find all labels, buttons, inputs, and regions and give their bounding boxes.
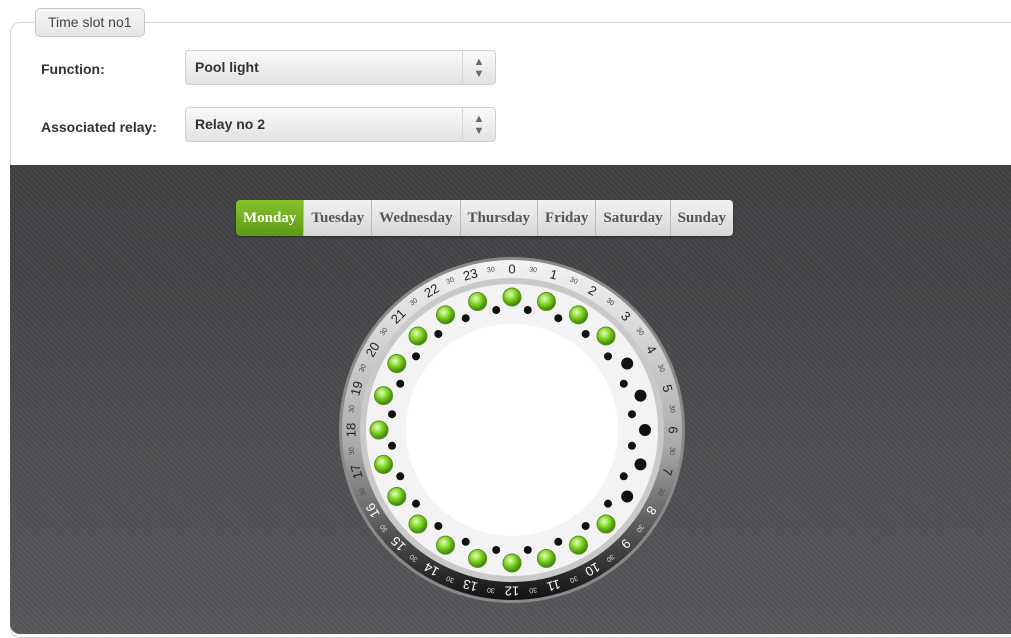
- function-select[interactable]: Pool light ▲ ▼: [185, 50, 496, 85]
- hour-17-led-on[interactable]: [374, 454, 394, 474]
- hour-22-led-on[interactable]: [436, 305, 455, 325]
- half-hour-label: 30: [668, 405, 676, 414]
- day-tabs: Monday Tuesday Wednesday Thursday Friday Satu…: [236, 200, 733, 236]
- hour-10-led-on[interactable]: [569, 535, 588, 555]
- function-value: Pool light: [195, 59, 259, 75]
- half-hour-18-dot[interactable]: [388, 410, 397, 419]
- half-hour-1-dot[interactable]: [554, 314, 563, 323]
- half-hour-22-dot[interactable]: [461, 314, 470, 323]
- half-hour-label: 30: [529, 586, 538, 594]
- hour-13-led-on[interactable]: [468, 548, 488, 568]
- hour-5-led-off[interactable]: [634, 389, 647, 402]
- hour-16-led-on[interactable]: [387, 487, 407, 506]
- 24h-schedule-dial: 0 30 1 302303304305306307308309301030113012…: [339, 257, 685, 603]
- updown-arrows-icon: ▲ ▼: [462, 108, 495, 141]
- half-hour-11-dot[interactable]: [523, 545, 532, 554]
- hour-21-led-on[interactable]: [408, 326, 428, 346]
- half-hour-4-dot[interactable]: [619, 379, 628, 388]
- half-hour-14-dot[interactable]: [434, 521, 443, 530]
- half-hour-label: 30: [348, 447, 356, 456]
- half-hour-12-dot[interactable]: [492, 545, 501, 554]
- half-hour-10-dot[interactable]: [554, 537, 563, 546]
- hour-label: 6: [666, 426, 681, 433]
- function-label: Function:: [41, 61, 105, 77]
- hour-label: 12: [505, 584, 519, 599]
- hour-11-led-on[interactable]: [536, 548, 556, 568]
- half-hour-label: 30: [529, 266, 538, 274]
- hour-18-led-on[interactable]: [369, 420, 389, 440]
- tab-wednesday[interactable]: Wednesday: [371, 200, 460, 236]
- hour-12-led-on[interactable]: [502, 553, 522, 573]
- time-slot-title: Time slot no1: [35, 8, 145, 37]
- hour-7-led-off[interactable]: [634, 458, 647, 471]
- hour-15-led-on[interactable]: [408, 514, 428, 534]
- hour-14-led-on[interactable]: [436, 535, 455, 555]
- half-hour-label: 30: [487, 586, 496, 594]
- updown-arrows-icon: ▲ ▼: [462, 51, 495, 84]
- hour-label: 18: [344, 423, 359, 437]
- half-hour-7-dot[interactable]: [619, 472, 628, 481]
- hour-8-led-off[interactable]: [621, 490, 634, 503]
- half-hour-8-dot[interactable]: [603, 499, 612, 508]
- half-hour-20-dot[interactable]: [412, 352, 421, 361]
- hour-20-led-on[interactable]: [387, 354, 407, 373]
- tab-saturday[interactable]: Saturday: [595, 200, 670, 236]
- hour-9-led-on[interactable]: [596, 514, 616, 534]
- hour-19-led-on[interactable]: [374, 386, 394, 406]
- half-hour-label: 30: [668, 447, 676, 456]
- half-hour-17-dot[interactable]: [388, 441, 397, 450]
- tab-monday[interactable]: Monday: [236, 200, 304, 236]
- hour-0-led-on[interactable]: [502, 287, 522, 307]
- half-hour-label: 30: [487, 266, 496, 274]
- relay-value: Relay no 2: [195, 116, 266, 132]
- half-hour-13-dot[interactable]: [461, 537, 470, 546]
- hour-4-led-off[interactable]: [621, 357, 634, 370]
- half-hour-2-dot[interactable]: [581, 330, 590, 339]
- hour-23-led-on[interactable]: [468, 292, 488, 312]
- tab-thursday[interactable]: Thursday: [459, 200, 538, 236]
- tab-sunday[interactable]: Sunday: [669, 200, 733, 236]
- tab-tuesday[interactable]: Tuesday: [303, 200, 372, 236]
- half-hour-23-dot[interactable]: [492, 306, 501, 315]
- tab-friday[interactable]: Friday: [537, 200, 596, 236]
- hour-6-led-off[interactable]: [639, 424, 651, 436]
- half-hour-21-dot[interactable]: [434, 330, 443, 339]
- relay-select[interactable]: Relay no 2 ▲ ▼: [185, 107, 496, 142]
- half-hour-16-dot[interactable]: [396, 472, 405, 481]
- dial-center: [406, 324, 618, 536]
- half-hour-9-dot[interactable]: [581, 521, 590, 530]
- half-hour-0-dot[interactable]: [523, 306, 532, 315]
- half-hour-15-dot[interactable]: [412, 499, 421, 508]
- half-hour-3-dot[interactable]: [603, 352, 612, 361]
- half-hour-label: 30: [348, 405, 356, 414]
- half-hour-5-dot[interactable]: [627, 410, 636, 419]
- hour-3-led-on[interactable]: [596, 326, 616, 346]
- hour-label: 0: [508, 262, 515, 277]
- hour-2-led-on[interactable]: [569, 305, 588, 325]
- half-hour-19-dot[interactable]: [396, 379, 405, 388]
- hour-1-led-on[interactable]: [536, 292, 556, 312]
- half-hour-6-dot[interactable]: [627, 441, 636, 450]
- relay-label: Associated relay:: [41, 119, 157, 135]
